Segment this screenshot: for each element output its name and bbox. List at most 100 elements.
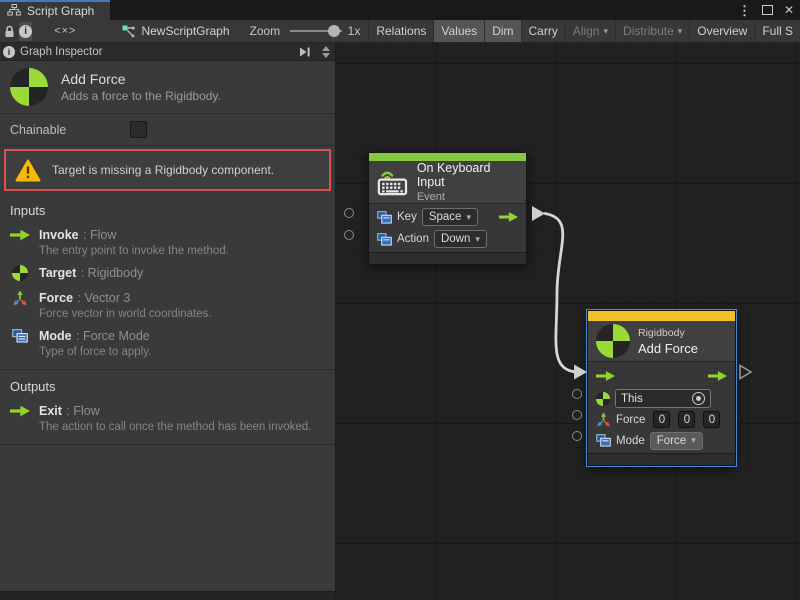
window-controls: ⋮ ✕ xyxy=(738,0,794,20)
flow-connection-wire[interactable] xyxy=(545,214,576,373)
node-header: On Keyboard Input Event xyxy=(369,161,526,204)
chainable-row: Chainable xyxy=(0,114,335,146)
collapse-inspector-icon[interactable] xyxy=(298,47,311,57)
vector3-icon xyxy=(596,412,611,427)
inspector-toggle-button[interactable]: i xyxy=(19,22,32,41)
node-add-force[interactable]: Rigidbody Add Force This xyxy=(587,310,736,466)
overview-button[interactable]: Overview xyxy=(689,20,754,42)
input-item-force: Force : Vector 3 Force vector in world c… xyxy=(0,285,335,323)
graph-asset[interactable]: NewScriptGraph xyxy=(122,24,229,38)
tab-title: Script Graph xyxy=(27,4,94,18)
values-button[interactable]: Values xyxy=(433,20,484,42)
force-y-input[interactable]: 0 xyxy=(678,411,695,428)
kebab-menu-icon[interactable]: ⋮ xyxy=(738,4,751,17)
inspector-header: i Graph Inspector xyxy=(0,43,335,61)
graph-asset-icon xyxy=(122,25,135,38)
dropdown-caret-icon: ▾ xyxy=(691,435,696,446)
script-graph-tab-icon xyxy=(7,4,21,19)
event-node-strip xyxy=(369,153,526,161)
port-circle[interactable] xyxy=(572,410,582,420)
rigidbody-icon xyxy=(596,324,630,358)
align-button[interactable]: Align▾ xyxy=(565,20,615,42)
input-item-invoke: Invoke : Flow The entry point to invoke … xyxy=(0,222,335,260)
close-icon[interactable]: ✕ xyxy=(784,4,794,16)
rigidbody-icon xyxy=(596,392,610,406)
flow-port-triangle[interactable] xyxy=(574,365,587,380)
force-label: Force xyxy=(616,414,645,426)
unit-description: Adds a force to the Rigidbody. xyxy=(61,89,221,103)
port-circle[interactable] xyxy=(344,208,354,218)
node-header: Rigidbody Add Force xyxy=(588,321,735,362)
dropdown-caret-icon: ▾ xyxy=(466,212,471,223)
node-on-keyboard-input[interactable]: On Keyboard Input Event Key Space ▾ xyxy=(368,152,527,265)
tab-script-graph[interactable]: Script Graph xyxy=(0,0,110,20)
target-object-field[interactable]: This xyxy=(615,389,711,408)
action-dropdown[interactable]: Down ▾ xyxy=(434,230,487,248)
input-item-target: Target : Rigidbody xyxy=(0,260,335,285)
inspector-title: Graph Inspector xyxy=(20,46,102,58)
dim-button[interactable]: Dim xyxy=(484,20,520,42)
rigidbody-icon xyxy=(10,68,48,106)
node-body: This Force 0 0 0 xyxy=(588,362,735,453)
fullscreen-button[interactable]: Full S xyxy=(754,20,800,42)
outputs-header: Outputs xyxy=(0,370,335,398)
selected-unit-summary: Add Force Adds a force to the Rigidbody. xyxy=(0,61,335,114)
zoom-slider[interactable] xyxy=(290,24,341,38)
toolbar-button-group: Relations Values Dim Carry Align▾ Distri… xyxy=(368,20,800,42)
chainable-checkbox[interactable] xyxy=(130,121,147,138)
port-circle[interactable] xyxy=(344,230,354,240)
info-icon: i xyxy=(19,25,32,38)
rigidbody-icon xyxy=(12,265,28,281)
mode-dropdown[interactable]: Force ▾ xyxy=(650,432,703,450)
warning-text: Target is missing a Rigidbody component. xyxy=(52,163,274,177)
node-group: Rigidbody xyxy=(638,327,698,339)
scroll-down-icon[interactable] xyxy=(322,53,330,58)
graph-canvas[interactable]: On Keyboard Input Event Key Space ▾ xyxy=(336,43,800,600)
flow-port-triangle-empty[interactable] xyxy=(740,366,751,379)
zoom-label: Zoom xyxy=(250,24,281,38)
mode-row: Mode Force ▾ xyxy=(588,430,735,451)
outputs-section: Outputs Exit : Flow The action to call o… xyxy=(0,370,335,445)
key-row: Key Space ▾ xyxy=(369,206,526,228)
inspector-scroll-spinner[interactable] xyxy=(322,46,330,58)
target-picker-icon[interactable] xyxy=(692,392,705,405)
key-dropdown[interactable]: Space ▾ xyxy=(422,208,478,226)
graph-inspector-panel: i Graph Inspector Add Force Adds a force… xyxy=(0,43,336,600)
maximize-icon[interactable] xyxy=(762,5,773,15)
dropdown-caret-icon: ▾ xyxy=(475,234,480,245)
node-body: Key Space ▾ Action Down ▾ xyxy=(369,204,526,252)
carry-button[interactable]: Carry xyxy=(521,20,565,42)
flow-arrow-icon xyxy=(10,405,30,417)
port-circle[interactable] xyxy=(572,431,582,441)
zoom-slider-handle[interactable] xyxy=(328,25,340,37)
inspector-bottom-strip xyxy=(0,591,335,600)
flow-port-triangle[interactable] xyxy=(532,206,545,221)
scroll-up-icon[interactable] xyxy=(322,46,330,51)
lock-button[interactable] xyxy=(4,22,15,41)
inputs-header: Inputs xyxy=(0,194,335,222)
warning-icon xyxy=(15,159,41,182)
flow-output-arrow-icon[interactable] xyxy=(708,371,727,382)
flow-output-arrow-icon[interactable] xyxy=(499,212,518,223)
distribute-button[interactable]: Distribute▾ xyxy=(615,20,689,42)
vector3-icon xyxy=(12,290,28,306)
output-item-exit: Exit : Flow The action to call once the … xyxy=(0,398,335,436)
flow-input-arrow-icon[interactable] xyxy=(596,371,615,382)
chevron-down-icon: ▾ xyxy=(678,26,683,37)
action-row: Action Down ▾ xyxy=(369,228,526,250)
enum-icon xyxy=(12,329,28,343)
graph-toolbar: i <×> NewScriptGraph Zoom 1x Relations V… xyxy=(0,20,800,43)
node-subtitle: Event xyxy=(417,191,518,203)
relations-button[interactable]: Relations xyxy=(368,20,433,42)
zoom-level: 1x xyxy=(348,24,361,38)
node-footer xyxy=(369,252,526,264)
flow-arrow-icon xyxy=(10,229,30,241)
info-icon: i xyxy=(3,46,15,58)
unit-node-strip xyxy=(588,311,735,321)
code-view-button[interactable]: <×> xyxy=(54,25,76,37)
force-x-input[interactable]: 0 xyxy=(653,411,670,428)
keyboard-icon xyxy=(377,167,409,197)
code-icon: <×> xyxy=(54,25,76,37)
port-circle[interactable] xyxy=(572,389,582,399)
force-z-input[interactable]: 0 xyxy=(703,411,720,428)
